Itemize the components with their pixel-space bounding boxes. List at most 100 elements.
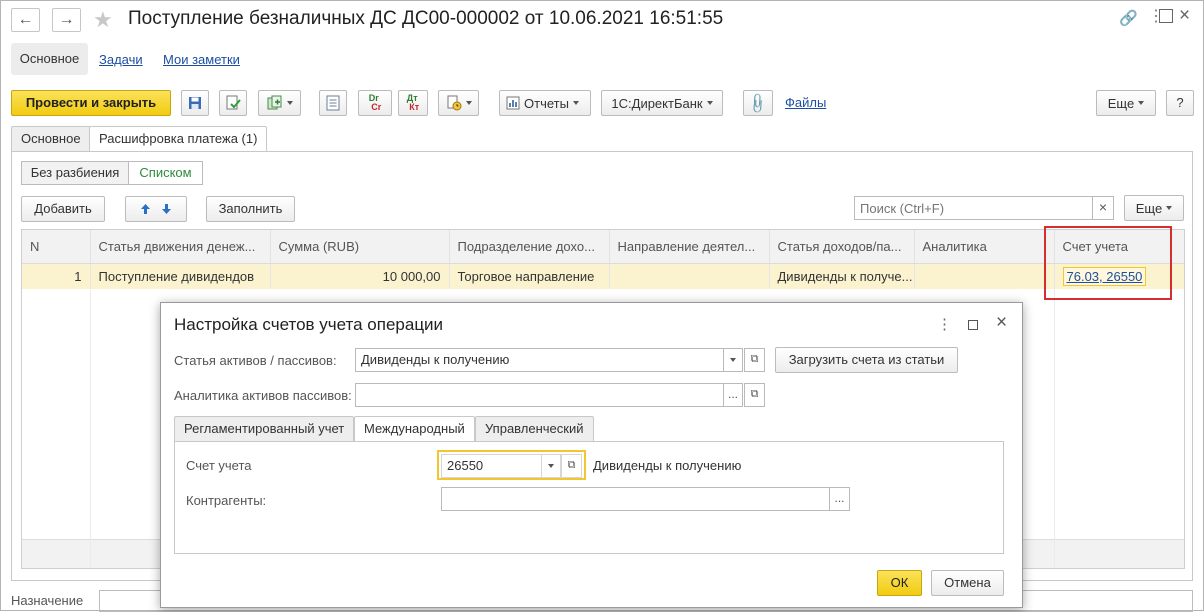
- save-icon: [189, 97, 201, 109]
- nav-tasks[interactable]: Задачи: [99, 52, 143, 67]
- list-toggle[interactable]: Списком: [128, 161, 203, 185]
- window-title: Поступление безналичных ДС ДС00-000002 о…: [128, 8, 724, 29]
- open-icon: ⧉: [567, 459, 576, 471]
- list-document-icon: [326, 95, 340, 111]
- col-n[interactable]: N: [22, 230, 91, 264]
- arrow-right-icon: →: [58, 11, 75, 28]
- close-icon: ×: [1098, 199, 1108, 215]
- print-button[interactable]: [438, 90, 479, 116]
- fill-button[interactable]: Заполнить: [206, 196, 295, 222]
- dt-kt-ru-icon: Дт Кт: [406, 93, 420, 112]
- post-and-close-button[interactable]: Провести и закрыть: [11, 90, 171, 116]
- close-icon[interactable]: ×: [1179, 5, 1190, 27]
- close-icon[interactable]: ×: [996, 312, 1007, 334]
- open-icon: ⧉: [750, 353, 759, 365]
- load-accounts-button[interactable]: Загрузить счета из статьи: [775, 347, 958, 373]
- asset-open-button[interactable]: ⧉: [744, 348, 765, 372]
- maximize-icon[interactable]: [1159, 9, 1173, 23]
- ellipsis-icon: ...: [834, 491, 845, 505]
- col-income[interactable]: Статья доходов/па...: [769, 230, 915, 264]
- more-label: Еще: [1107, 95, 1135, 111]
- chevron-down-icon: [572, 101, 579, 105]
- reports-button[interactable]: Отчеты: [499, 90, 591, 116]
- cell-article[interactable]: Поступление дивидендов: [90, 263, 271, 289]
- help-button[interactable]: ?: [1166, 90, 1194, 116]
- favorite-star-icon[interactable]: ★: [93, 7, 113, 33]
- dt-kt-report-button[interactable]: Дт Кт: [398, 90, 428, 116]
- link-icon[interactable]: 🔗: [1119, 9, 1138, 27]
- counterparties-select-button[interactable]: ...: [829, 487, 850, 511]
- nav-main[interactable]: Основное: [11, 43, 88, 75]
- counterparties-field[interactable]: [441, 487, 830, 511]
- reports-icon: [506, 96, 520, 110]
- asset-dropdown-button[interactable]: [723, 348, 743, 372]
- tab-international[interactable]: Международный: [354, 416, 475, 442]
- analytics-select-button[interactable]: ...: [723, 383, 743, 407]
- col-division[interactable]: Подразделение дохо...: [449, 230, 610, 264]
- cell-income[interactable]: Дивиденды к получе...: [769, 263, 915, 289]
- move-buttons: [125, 196, 187, 222]
- dt-kt-movements-button[interactable]: Dr Cr: [358, 90, 392, 116]
- attach-button[interactable]: 📎: [743, 90, 773, 116]
- no-split-toggle[interactable]: Без разбиения: [21, 161, 129, 185]
- move-up-icon[interactable]: [140, 203, 151, 215]
- account-label: Счет учета: [186, 458, 252, 473]
- asset-field[interactable]: Дивиденды к получению: [355, 348, 724, 372]
- account-dropdown-button[interactable]: [541, 454, 561, 478]
- maximize-icon[interactable]: [968, 320, 978, 330]
- ok-button[interactable]: ОК: [877, 570, 922, 596]
- tab-payment-details[interactable]: Расшифровка платежа (1): [89, 126, 268, 152]
- cell-analytics[interactable]: [914, 263, 1055, 289]
- back-button[interactable]: ←: [11, 8, 40, 32]
- journal-button[interactable]: [319, 90, 347, 116]
- search-input[interactable]: [854, 196, 1093, 220]
- cell-direction[interactable]: [609, 263, 770, 289]
- dt-kt-icon: Dr Cr: [368, 93, 382, 112]
- files-link[interactable]: Файлы: [785, 95, 826, 110]
- cancel-button[interactable]: Отмена: [931, 570, 1004, 596]
- tab-management[interactable]: Управленческий: [475, 416, 594, 442]
- analytics-open-button[interactable]: ⧉: [744, 383, 765, 407]
- chevron-down-icon: [1138, 101, 1145, 105]
- open-icon: ⧉: [750, 388, 759, 400]
- save-button[interactable]: [181, 90, 209, 116]
- col-sum[interactable]: Сумма (RUB): [270, 230, 450, 264]
- dialog-title: Настройка счетов учета операции: [174, 315, 444, 334]
- post-button[interactable]: [219, 90, 247, 116]
- nav-notes[interactable]: Мои заметки: [163, 52, 240, 67]
- account-open-button[interactable]: ⧉: [561, 454, 582, 478]
- tab-regulated[interactable]: Регламентированный учет: [174, 416, 355, 442]
- ellipsis-icon: ...: [727, 387, 738, 401]
- nav-main-label: Основное: [19, 51, 80, 66]
- paperclip-icon: 📎: [746, 90, 771, 115]
- create-based-on-button[interactable]: [258, 90, 301, 116]
- add-button[interactable]: Добавить: [21, 196, 105, 222]
- more-button[interactable]: Еще: [1096, 90, 1156, 116]
- col-direction[interactable]: Направление деятел...: [609, 230, 770, 264]
- col-analytics[interactable]: Аналитика: [914, 230, 1055, 264]
- col-article[interactable]: Статья движения денеж...: [90, 230, 271, 264]
- counterparties-label: Контрагенты:: [186, 493, 267, 508]
- analytics-field[interactable]: [355, 383, 724, 407]
- clear-search-button[interactable]: ×: [1092, 196, 1114, 220]
- account-column-highlight: [1044, 226, 1172, 300]
- arrow-left-icon: ←: [17, 11, 34, 28]
- reports-label: Отчеты: [524, 95, 569, 111]
- cell-division[interactable]: Торговое направление: [449, 263, 610, 289]
- chevron-down-icon: [730, 357, 736, 362]
- chevron-down-icon: [548, 463, 554, 468]
- account-field[interactable]: 26550: [441, 454, 542, 478]
- move-down-icon[interactable]: [161, 203, 172, 215]
- tab-main[interactable]: Основное: [11, 126, 91, 152]
- table-row[interactable]: 1 Поступление дивидендов 10 000,00 Торго…: [22, 263, 1184, 289]
- table-header: N Статья движения денеж... Сумма (RUB) П…: [22, 230, 1184, 264]
- table-more-button[interactable]: Еще: [1124, 195, 1184, 221]
- directbank-button[interactable]: 1С:ДиректБанк: [601, 90, 723, 116]
- table-more-label: Еще: [1135, 200, 1163, 216]
- cell-sum[interactable]: 10 000,00: [270, 263, 450, 289]
- asset-label: Статья активов / пассивов:: [174, 353, 337, 368]
- document-clock-icon: [447, 95, 461, 111]
- forward-button[interactable]: →: [52, 8, 81, 32]
- more-vertical-icon[interactable]: ⋮: [937, 315, 952, 333]
- post-document-icon: [226, 95, 241, 110]
